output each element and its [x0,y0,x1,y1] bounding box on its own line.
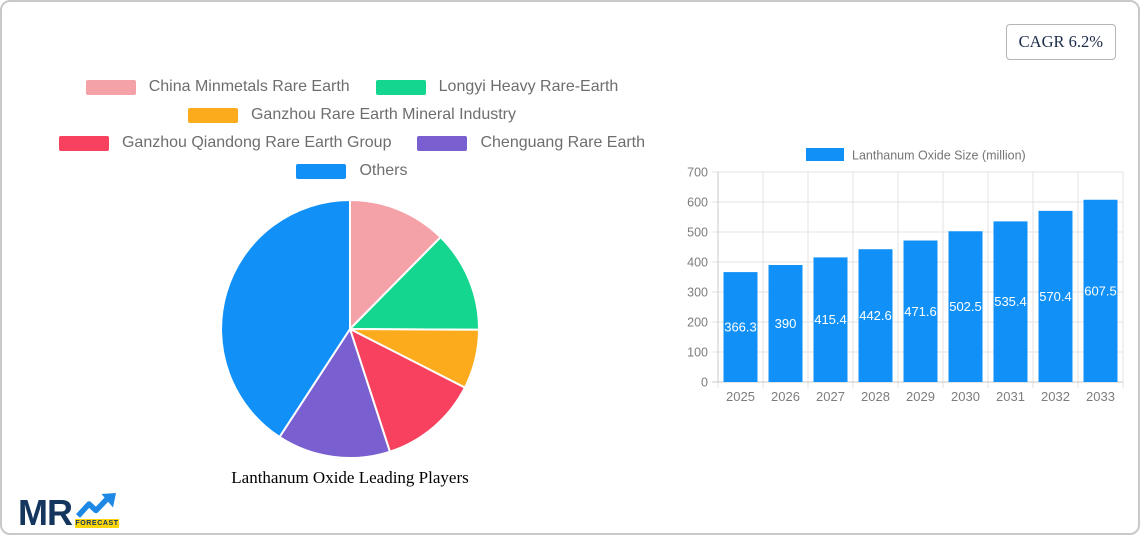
bar-value-label: 442.6 [859,308,892,323]
legend-row: Others [12,162,692,180]
bar-value-label: 415.4 [814,312,847,327]
legend-swatch-icon [296,164,346,179]
bar-value-label: 366.3 [724,320,757,335]
y-tick-label: 200 [687,316,708,330]
legend-item: China Minmetals Rare Earth [86,78,350,96]
bar-legend-label: Lanthanum Oxide Size (million) [852,149,1026,163]
legend-label: Others [359,162,407,180]
legend-item: Ganzhou Qiandong Rare Earth Group [59,134,392,152]
y-tick-label: 500 [687,226,708,240]
legend-item: Chenguang Rare Earth [417,134,645,152]
x-tick-label: 2029 [906,389,935,404]
legend-label: Ganzhou Rare Earth Mineral Industry [251,106,516,124]
y-tick-label: 600 [687,196,708,210]
y-tick-label: 300 [687,286,708,300]
legend-swatch-icon [417,136,467,151]
y-tick-label: 0 [701,376,708,390]
mr-forecast-logo: MR FORECAST [18,493,119,528]
x-tick-label: 2026 [771,389,800,404]
x-tick-label: 2032 [1041,389,1070,404]
bar-value-label: 607.5 [1084,283,1117,298]
pie-chart-title: Lanthanum Oxide Leading Players [100,468,600,488]
cagr-badge: CAGR 6.2% [1006,24,1116,60]
y-tick-label: 100 [687,346,708,360]
legend-row: China Minmetals Rare Earth Longyi Heavy R… [12,78,692,96]
legend-label: Chenguang Rare Earth [480,134,645,152]
trend-arrow-icon [76,493,118,519]
logo-text: MR [18,498,72,528]
legend-row: Ganzhou Qiandong Rare Earth Group Chengua… [12,134,692,152]
legend-swatch-icon [86,80,136,95]
legend-swatch-icon [188,108,238,123]
y-tick-label: 700 [687,166,708,180]
x-tick-label: 2028 [861,389,890,404]
legend-label: Longyi Heavy Rare-Earth [439,78,619,96]
legend-row: Ganzhou Rare Earth Mineral Industry [12,106,692,124]
legend-label: China Minmetals Rare Earth [149,78,350,96]
x-tick-label: 2030 [951,389,980,404]
bar-value-label: 471.6 [904,304,937,319]
y-tick-label: 400 [687,256,708,270]
legend-item: Others [296,162,407,180]
pie-legend: China Minmetals Rare Earth Longyi Heavy R… [12,78,692,180]
x-tick-label: 2025 [726,389,755,404]
bar-value-label: 570.4 [1039,289,1072,304]
x-tick-label: 2031 [996,389,1025,404]
legend-item: Ganzhou Rare Earth Mineral Industry [188,106,516,124]
legend-label: Ganzhou Qiandong Rare Earth Group [122,134,392,152]
bar-chart: Lanthanum Oxide Size (million) 0 100 200 300… [678,140,1140,420]
legend-item: Longyi Heavy Rare-Earth [376,78,619,96]
x-tick-label: 2027 [816,389,845,404]
pie-chart [219,198,481,460]
logo-badge: FORECAST [75,519,119,528]
bar-value-label: 502.5 [949,299,982,314]
bar-value-label: 390 [775,316,797,331]
bar-legend-swatch-icon [806,148,844,161]
report-chart-card: CAGR 6.2% China Minmetals Rare Earth Long… [0,0,1140,535]
legend-swatch-icon [59,136,109,151]
bar-value-label: 535.4 [994,294,1027,309]
x-tick-label: 2033 [1086,389,1115,404]
legend-swatch-icon [376,80,426,95]
